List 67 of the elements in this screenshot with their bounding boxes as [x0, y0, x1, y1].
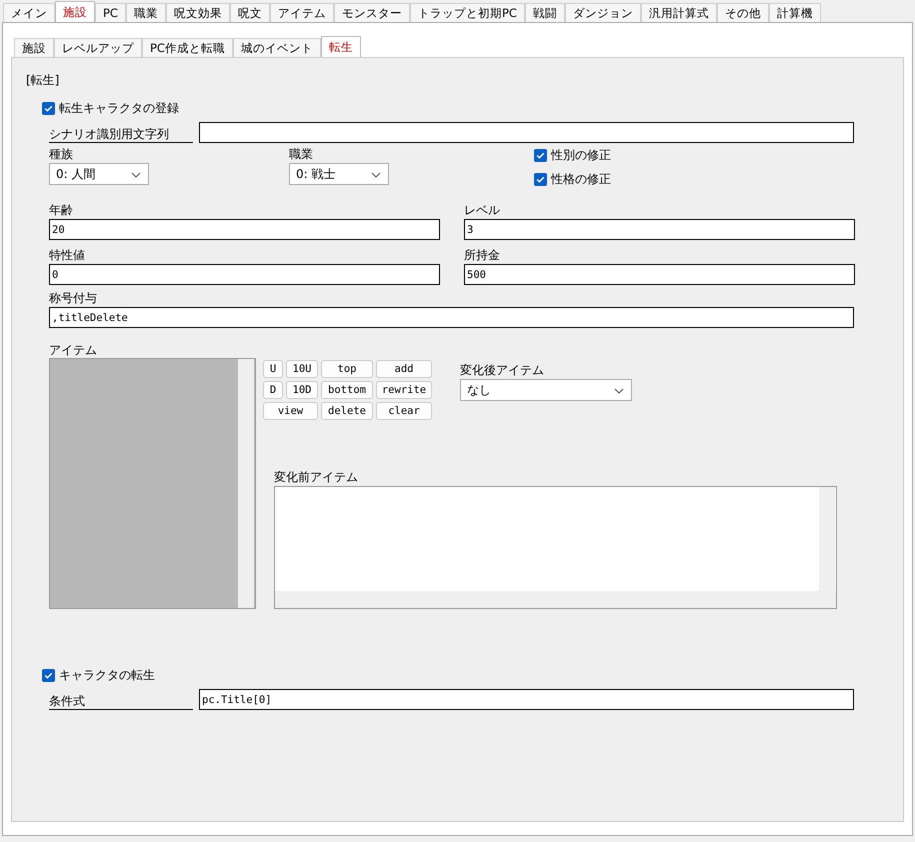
- tab[interactable]: PC: [95, 3, 126, 22]
- field-label: 特性値: [49, 248, 86, 263]
- list-button[interactable]: 10U: [286, 360, 318, 378]
- tab[interactable]: アイテム: [270, 3, 334, 22]
- field-label: 変化後アイテム: [460, 363, 545, 378]
- scrollbar[interactable]: [275, 591, 836, 608]
- list-label: アイテム: [49, 343, 98, 358]
- input-field[interactable]: 0: [49, 264, 440, 285]
- tab[interactable]: 職業: [126, 3, 166, 22]
- input-field[interactable]: ,titleDelete: [49, 307, 854, 328]
- field-label: 称号付与: [49, 291, 98, 306]
- tab[interactable]: 戦闘: [524, 3, 565, 22]
- input-field[interactable]: 500: [464, 264, 855, 285]
- field-label: 所持金: [464, 248, 501, 263]
- tab[interactable]: メイン: [3, 3, 55, 22]
- tab[interactable]: 呪文: [230, 3, 270, 22]
- list-button[interactable]: rewrite: [376, 381, 432, 399]
- tab[interactable]: 城のイベント: [232, 38, 321, 57]
- dropdown[interactable]: 0: 戦士: [289, 163, 389, 185]
- dropdown[interactable]: なし: [460, 379, 632, 401]
- dropdown[interactable]: 0: 人間: [49, 163, 149, 185]
- checkbox[interactable]: [42, 102, 55, 114]
- field-label: 年齢: [49, 203, 74, 218]
- list-button[interactable]: delete: [321, 402, 373, 420]
- field-label: レベル: [464, 203, 501, 218]
- list-button[interactable]: clear: [376, 402, 432, 420]
- field-label: シナリオ識別用文字列: [49, 127, 193, 143]
- chevron-icon: [614, 388, 624, 394]
- checkbox[interactable]: [534, 148, 547, 162]
- tab[interactable]: ダンジョン: [564, 3, 641, 22]
- tab[interactable]: レベルアップ: [54, 38, 142, 57]
- checkbox-label: 性格の修正: [551, 170, 611, 188]
- checkbox-label: 転生キャラクタの登録: [59, 100, 179, 116]
- tab[interactable]: 汎用計算式: [640, 3, 717, 22]
- field-label: 職業: [289, 147, 314, 162]
- scrollbar[interactable]: [238, 359, 254, 608]
- input-field[interactable]: [199, 122, 854, 143]
- tab[interactable]: 計算機: [768, 3, 821, 22]
- list-button[interactable]: view: [263, 402, 318, 420]
- section-title: [転生]: [26, 72, 60, 88]
- list-button[interactable]: U: [263, 360, 283, 378]
- field-label: 変化前アイテム: [274, 470, 359, 485]
- field-label: 種族: [49, 147, 74, 162]
- chevron-icon: [371, 172, 381, 178]
- list-button[interactable]: D: [263, 381, 283, 399]
- tab[interactable]: 施設: [55, 1, 95, 22]
- tab[interactable]: 転生: [320, 36, 361, 57]
- scrollbar[interactable]: [819, 487, 835, 591]
- tab[interactable]: その他: [716, 3, 769, 22]
- list-button[interactable]: bottom: [321, 381, 373, 399]
- input-field[interactable]: 3: [464, 219, 855, 240]
- tab[interactable]: PC作成と転職: [142, 38, 233, 57]
- list-button[interactable]: top: [321, 360, 373, 378]
- field-label: 条件式: [49, 694, 193, 710]
- checkbox-label: キャラクタの転生: [59, 666, 155, 684]
- checkbox[interactable]: [534, 172, 547, 186]
- chevron-icon: [131, 172, 141, 178]
- tab[interactable]: モンスター: [334, 3, 410, 22]
- list-button[interactable]: add: [376, 360, 432, 378]
- input-field[interactable]: pc.Title[0]: [199, 689, 854, 710]
- checkbox[interactable]: [42, 668, 55, 682]
- input-field[interactable]: 20: [49, 219, 440, 240]
- tab[interactable]: 施設: [14, 38, 54, 57]
- checkbox-label: 性別の修正: [551, 146, 611, 164]
- tab[interactable]: トラップと初期PC: [410, 3, 525, 22]
- list-button[interactable]: 10D: [286, 381, 318, 399]
- tab[interactable]: 呪文効果: [166, 3, 230, 22]
